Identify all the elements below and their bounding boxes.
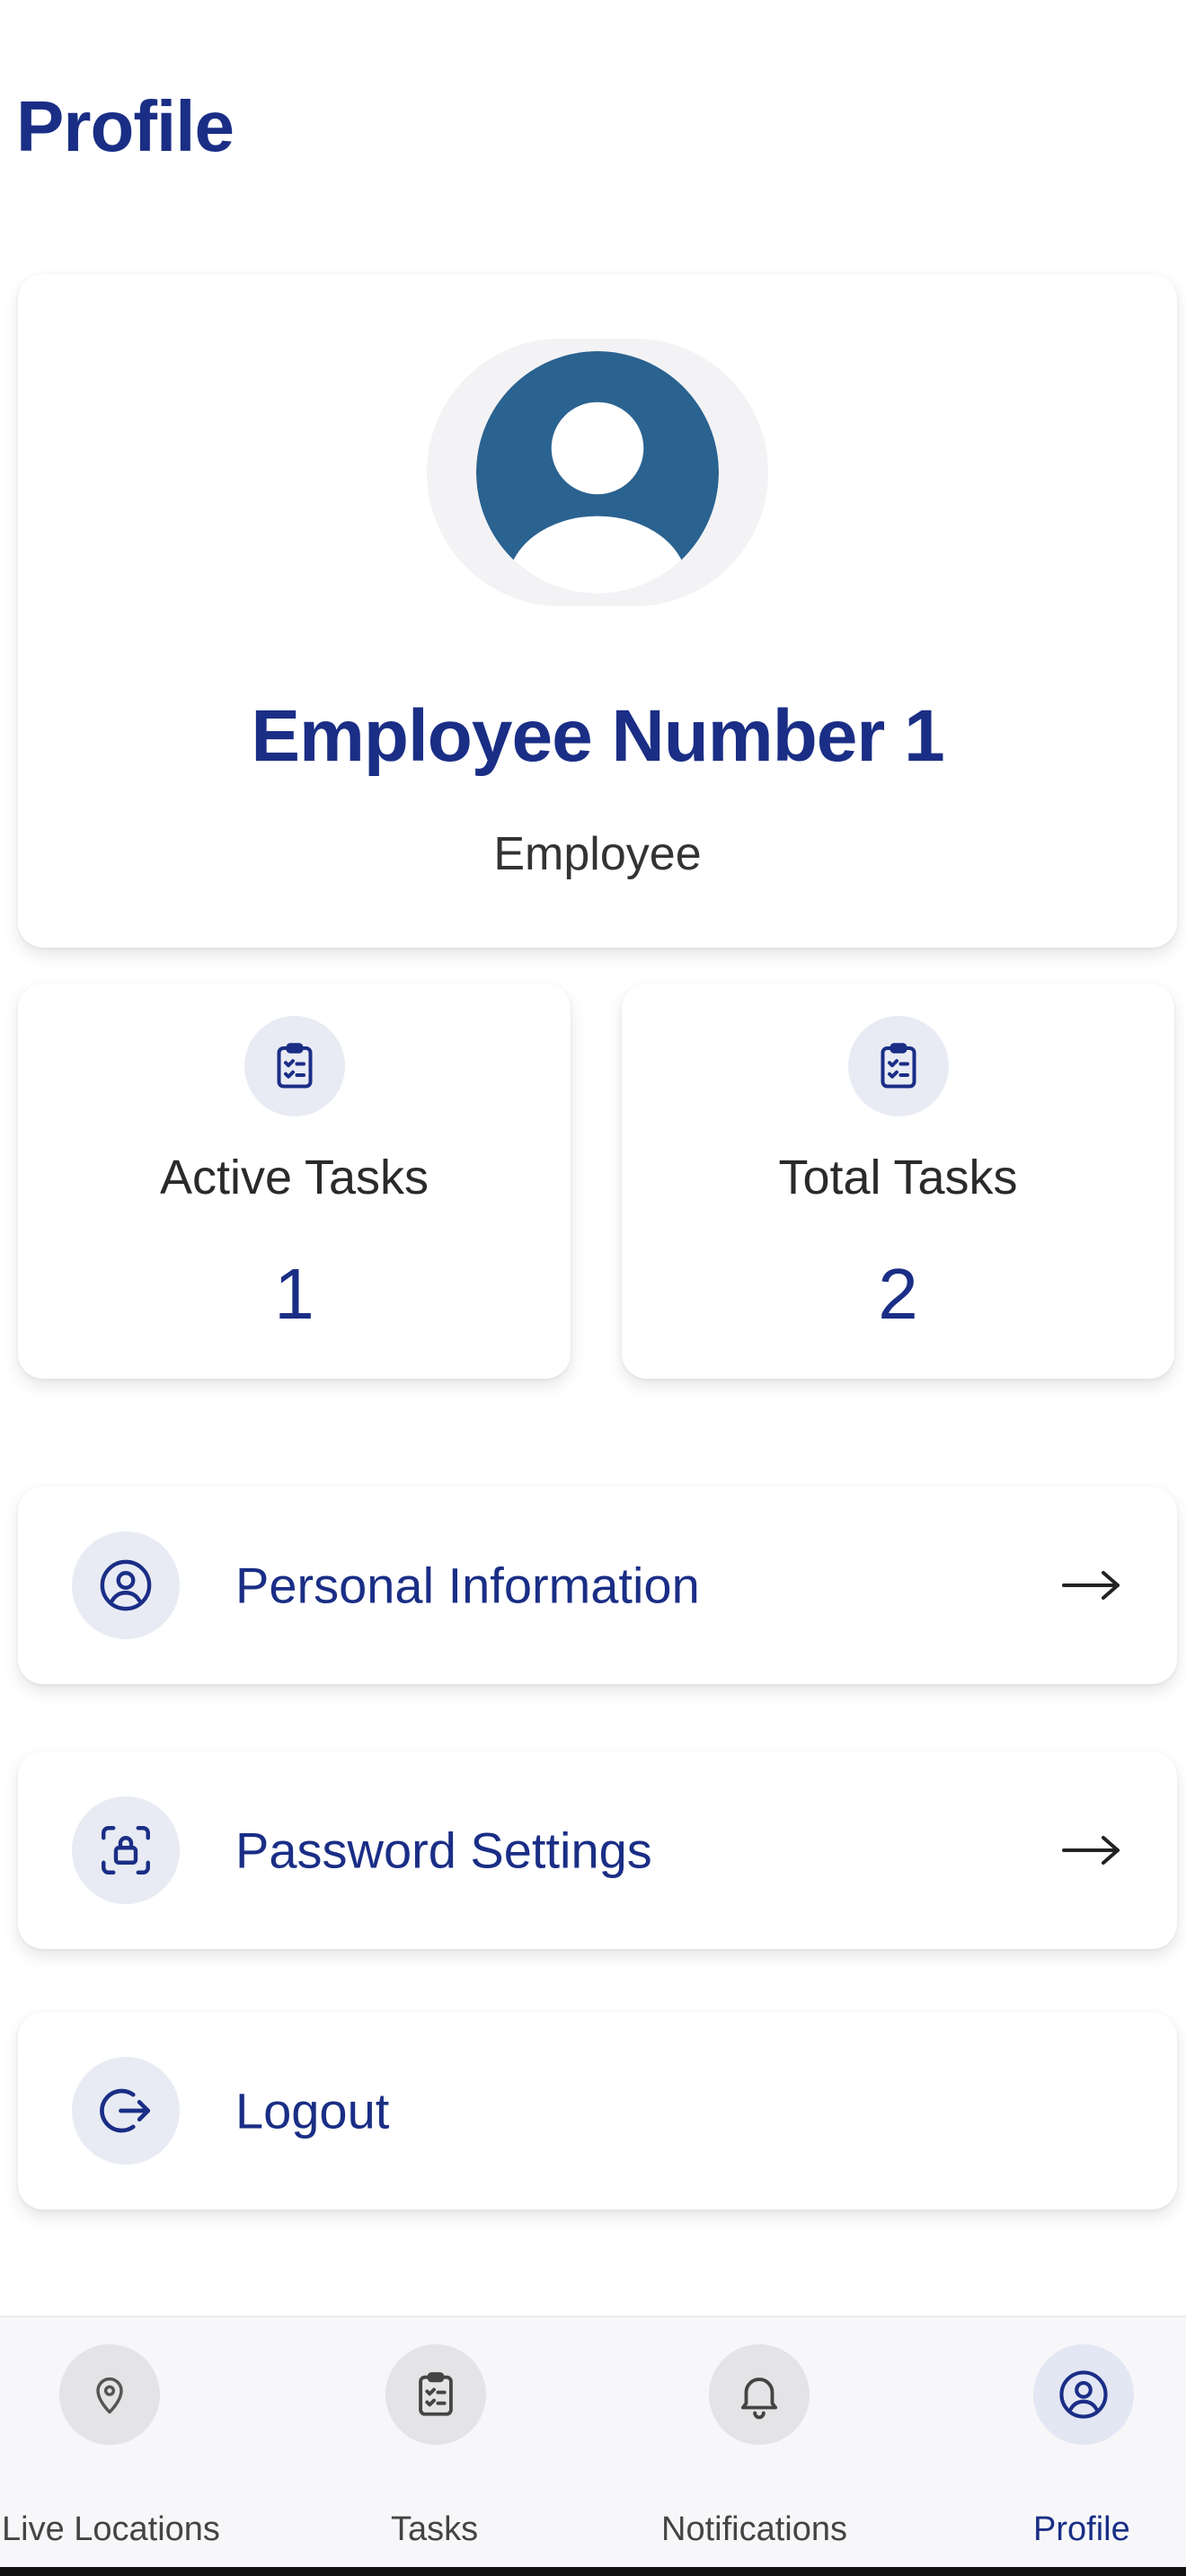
logout-button[interactable]: Logout (18, 2012, 1177, 2210)
user-circle-icon (1033, 2344, 1134, 2445)
avatar (427, 339, 768, 606)
stat-card-active-tasks: Active Tasks 1 (18, 984, 571, 1379)
bell-icon (709, 2344, 810, 2445)
nav-label: Notifications (661, 2510, 847, 2548)
nav-label: Profile (1033, 2510, 1130, 2548)
nav-label: Live Locations (2, 2510, 220, 2548)
profile-screen: Profile Employee Number 1 Employee Activ… (0, 0, 1186, 2576)
nav-item-profile[interactable]: Profile (890, 2317, 1186, 2576)
password-settings-button[interactable]: Password Settings (18, 1751, 1177, 1949)
stat-value: 1 (274, 1254, 314, 1334)
nav-item-tasks[interactable]: Tasks (296, 2317, 593, 2576)
profile-name: Employee Number 1 (251, 695, 944, 777)
avatar-user-icon (476, 351, 719, 594)
menu-label: Password Settings (235, 1822, 652, 1879)
personal-information-button[interactable]: Personal Information (18, 1486, 1177, 1684)
page-title: Profile (16, 86, 235, 166)
menu-label: Personal Information (235, 1557, 700, 1614)
stat-label: Total Tasks (778, 1151, 1018, 1204)
stat-label: Active Tasks (159, 1151, 429, 1204)
stat-card-total-tasks: Total Tasks 2 (622, 984, 1174, 1379)
arrow-right-icon (1060, 1567, 1123, 1603)
nav-item-notifications[interactable]: Notifications (593, 2317, 890, 2576)
arrow-right-icon (1060, 1832, 1123, 1868)
bottom-navigation: Live Locations Tasks Notifications Profi… (0, 2316, 1186, 2576)
map-pin-icon (59, 2344, 160, 2445)
system-gesture-bar (0, 2567, 1186, 2576)
logout-icon (72, 2057, 180, 2165)
profile-card: Employee Number 1 Employee (18, 274, 1177, 948)
menu-label: Logout (235, 2082, 390, 2139)
clipboard-list-icon (385, 2344, 486, 2445)
lock-icon (72, 1796, 180, 1904)
nav-label: Tasks (391, 2510, 479, 2548)
user-circle-icon (72, 1531, 180, 1639)
profile-role: Employee (493, 828, 702, 880)
nav-item-live-locations[interactable]: Live Locations (0, 2317, 296, 2576)
clipboard-list-icon (243, 1016, 345, 1116)
stat-value: 2 (878, 1254, 918, 1334)
clipboard-list-icon (847, 1016, 949, 1116)
